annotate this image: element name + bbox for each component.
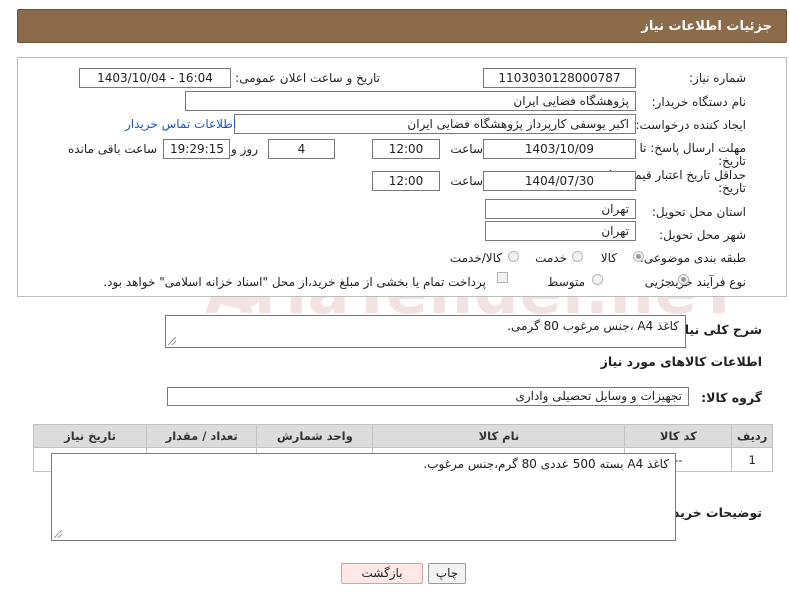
general-description-field[interactable]: کاغذ A4 ،جنس مرغوب 80 گرمی. <box>165 315 686 348</box>
remaining-time-label: ساعت باقی مانده <box>67 142 157 156</box>
category-radio-goods-service[interactable] <box>508 251 519 262</box>
deadline-time-label: ساعت <box>450 142 483 156</box>
buyer-org-label: نام دستگاه خریدار: <box>651 95 747 109</box>
col-unit: واحد شمارش <box>256 424 374 448</box>
price-validity-date-field[interactable]: 1404/07/30 <box>483 171 636 191</box>
goods-group-field[interactable]: تجهیزات و وسایل تحصیلی واداری <box>167 387 689 406</box>
page-title: جزئیات اطلاعات نیاز <box>641 19 772 34</box>
print-button[interactable]: چاپ <box>428 563 466 584</box>
remaining-days-field[interactable]: 4 <box>268 139 335 159</box>
col-need-date: تاریخ نیاز <box>32 424 148 448</box>
days-label: روز و <box>231 142 258 156</box>
goods-group-label: گروه کالا: <box>701 390 762 405</box>
announce-datetime-field[interactable]: 1403/10/04 - 16:04 <box>79 68 231 88</box>
need-number-field[interactable]: 1103030128000787 <box>483 68 636 88</box>
deadline-label: مهلت ارسال پاسخ: تا <box>639 141 746 155</box>
deadline-date-label: تاریخ: <box>718 154 746 168</box>
goods-section-title: اطلاعات کالاهای مورد نیاز <box>600 354 762 369</box>
province-field[interactable]: تهران <box>485 199 636 219</box>
general-description-text: کاغذ A4 ،جنس مرغوب 80 گرمی. <box>507 319 679 333</box>
process-option-medium: متوسط <box>547 275 585 289</box>
deadline-date-field[interactable]: 1403/10/09 <box>483 139 636 159</box>
buyer-notes-field[interactable]: کاغذ A4 بسته 500 عددی 80 گرم،جنس مرغوب. <box>51 453 676 541</box>
buyer-contact-link[interactable]: اطلاعات تماس خریدار <box>125 117 236 131</box>
price-validity-time-field[interactable]: 12:00 <box>372 171 440 191</box>
category-option-goods: کالا <box>600 251 617 265</box>
remaining-time-field[interactable]: 19:29:15 <box>163 139 230 159</box>
resize-grip-icon[interactable] <box>54 530 62 538</box>
city-label: شهر محل تحویل: <box>659 228 746 242</box>
price-validity-time-label: ساعت <box>450 174 483 188</box>
resize-grip-icon[interactable] <box>168 337 176 345</box>
province-label: استان محل تحویل: <box>651 205 746 219</box>
deadline-time-field[interactable]: 12:00 <box>372 139 440 159</box>
category-option-goods-service: کالا/خدمت <box>449 251 502 265</box>
process-radio-minor[interactable] <box>678 274 689 285</box>
creator-label: ایجاد کننده درخواست: <box>635 118 746 132</box>
price-validity-date-label: تاریخ: <box>718 181 746 195</box>
cell-row-number: 1 <box>731 447 773 472</box>
announce-datetime-label: تاریخ و ساعت اعلان عمومی: <box>235 71 380 85</box>
treasury-payment-checkbox[interactable] <box>497 272 508 283</box>
process-radio-medium[interactable] <box>592 274 603 285</box>
category-radio-goods[interactable] <box>633 251 644 262</box>
col-item-name: نام کالا <box>372 424 626 448</box>
category-option-service: خدمت <box>535 251 567 265</box>
process-option-minor: جزیی <box>644 275 672 289</box>
category-radio-service[interactable] <box>572 251 583 262</box>
need-number-label: شماره نیاز: <box>689 71 746 85</box>
page-header: جزئیات اطلاعات نیاز <box>17 9 787 43</box>
col-item-code: کد کالا <box>624 424 733 448</box>
buyer-org-field[interactable]: پژوهشگاه فضایی ایران <box>185 91 636 111</box>
process-type-label: نوع فرآیند خرید : <box>661 275 746 289</box>
table-header-row: ردیف کد کالا نام کالا واحد شمارش تعداد /… <box>32 424 773 448</box>
creator-field[interactable]: اکبر یوسفی کارپرداز پژوهشگاه فضایی ایران <box>234 114 636 134</box>
back-button[interactable]: بازگشت <box>341 563 423 584</box>
treasury-payment-note: پرداخت تمام یا بخشی از مبلغ خرید،از محل … <box>103 275 486 289</box>
category-label: طبقه بندی موضوعی: <box>639 251 746 265</box>
buyer-notes-text: کاغذ A4 بسته 500 عددی 80 گرم،جنس مرغوب. <box>423 457 669 471</box>
city-field[interactable]: تهران <box>485 221 636 241</box>
col-quantity: تعداد / مقدار <box>146 424 258 448</box>
col-row-number: ردیف <box>731 424 773 448</box>
